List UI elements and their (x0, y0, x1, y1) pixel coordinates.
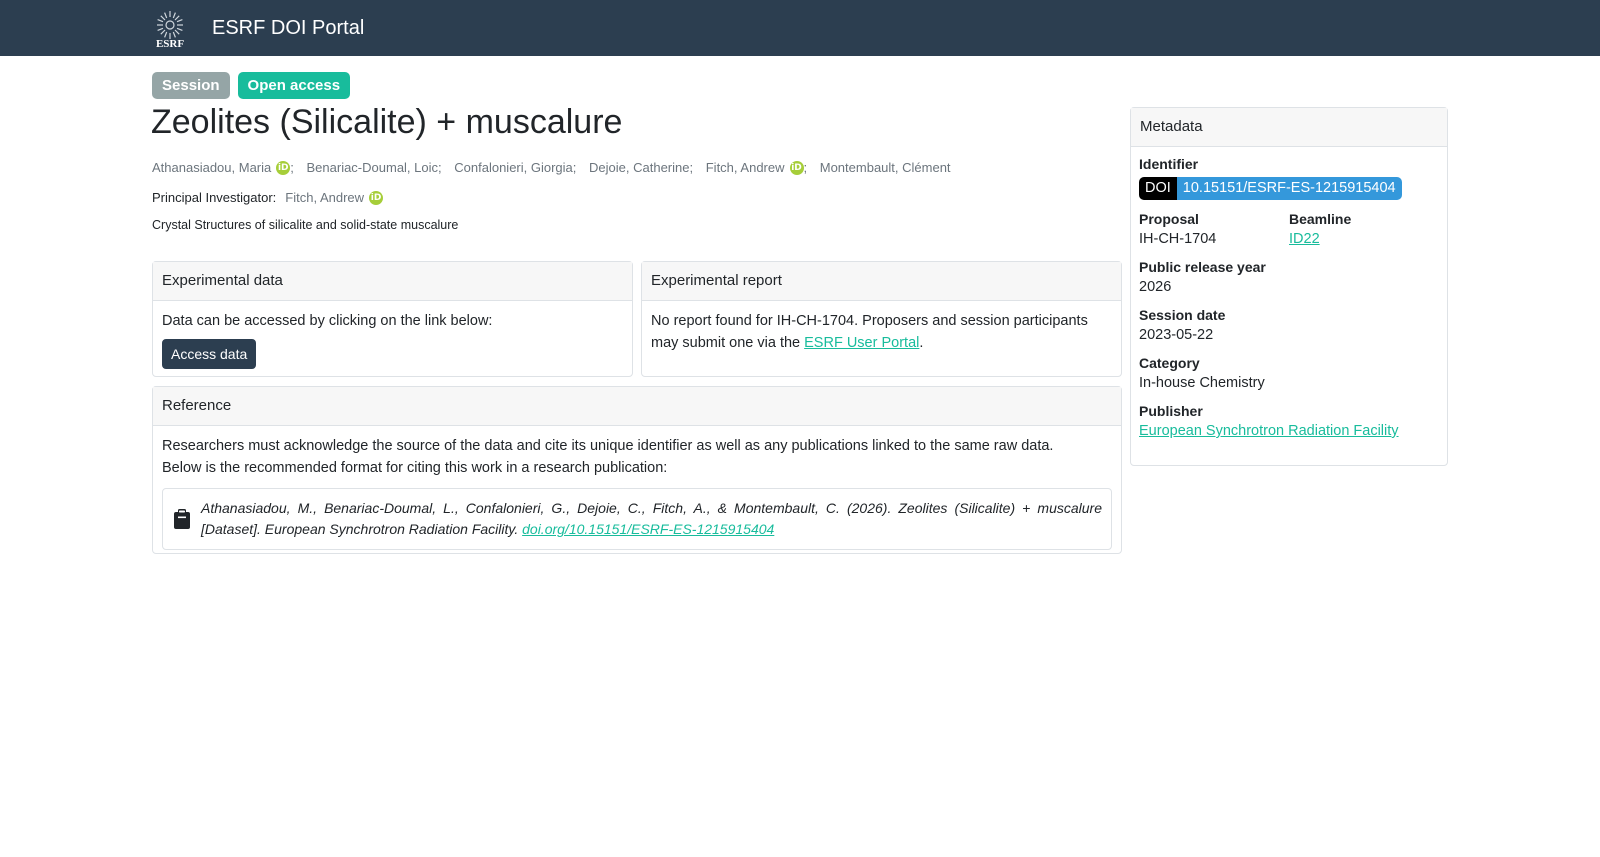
beamline-link[interactable]: ID22 (1289, 231, 1320, 247)
author-name[interactable]: Dejoie, Catherine (589, 160, 689, 175)
user-portal-link[interactable]: ESRF User Portal (804, 335, 919, 351)
publisher-label: Publisher (1139, 403, 1203, 419)
reference-line-2: Below is the recommended format for citi… (162, 460, 668, 476)
session-description: Crystal Structures of silicalite and sol… (152, 218, 459, 232)
publisher-link[interactable]: European Synchrotron Radiation Facility (1139, 423, 1399, 439)
beamline-label: Beamline (1289, 211, 1352, 227)
citation-doi-link[interactable]: doi.org/10.15151/ESRF-ES-1215915404 (522, 521, 774, 537)
card-header: Experimental report (642, 262, 1121, 301)
author-item: Dejoie, Catherine; (589, 160, 694, 175)
release-year-value: 2026 (1139, 279, 1172, 295)
citation-box: Athanasiadou, M., Benariac-Doumal, L., C… (162, 488, 1112, 550)
release-year-label: Public release year (1139, 259, 1266, 275)
doi-value: 10.15151/ESRF-ES-1215915404 (1176, 177, 1402, 200)
author-name[interactable]: Montembault, Clément (820, 160, 951, 175)
author-item: Fitch, Andrew iD; (705, 160, 808, 175)
author-item: Benariac-Doumal, Loic; (306, 160, 442, 175)
open-access-badge: Open access (237, 72, 351, 99)
page-title: Zeolites (Silicalite) + muscalure (151, 103, 623, 141)
card-header: Metadata (1131, 108, 1447, 147)
clipboard-icon[interactable] (174, 509, 190, 529)
report-text: No report found for IH-CH-1704. Proposer… (642, 301, 1121, 363)
card-header: Reference (153, 387, 1121, 426)
logo-text: ESRF (156, 38, 184, 48)
report-text-after: . (919, 335, 924, 351)
doi-badge[interactable]: DOI 10.15151/ESRF-ES-1215915404 (1139, 177, 1402, 200)
data-access-text: Data can be accessed by clicking on the … (162, 313, 493, 329)
session-date-label: Session date (1139, 307, 1226, 323)
author-name[interactable]: Confalonieri, Giorgia (454, 160, 573, 175)
orcid-icon[interactable]: iD (369, 190, 384, 205)
experimental-report-card: Experimental report No report found for … (641, 261, 1122, 377)
identifier-label: Identifier (1139, 156, 1199, 172)
author-name[interactable]: Benariac-Doumal, Loic (307, 160, 439, 175)
card-header: Experimental data (153, 262, 632, 301)
principal-investigator: Principal Investigator: Fitch, Andrew iD (152, 190, 384, 205)
reference-card: Reference Researchers must acknowledge t… (152, 386, 1122, 554)
doi-prefix: DOI (1139, 177, 1177, 200)
access-data-button[interactable]: Access data (162, 339, 257, 369)
status-badges: Session Open access (152, 72, 351, 99)
author-name[interactable]: Fitch, Andrew (706, 160, 785, 175)
orcid-icon[interactable]: iD (789, 160, 804, 175)
metadata-card: Metadata Identifier DOI 10.15151/ESRF-ES… (1130, 107, 1448, 466)
top-navbar: ESRF ESRF DOI Portal (0, 0, 1600, 56)
author-item: Montembault, Clément (820, 160, 951, 175)
esrf-logo[interactable]: ESRF (152, 8, 188, 48)
session-badge: Session (152, 72, 230, 99)
proposal-label: Proposal (1139, 211, 1199, 227)
author-item: Athanasiadou, Maria iD; (152, 160, 294, 175)
author-name[interactable]: Athanasiadou, Maria (152, 160, 271, 175)
pi-name[interactable]: Fitch, Andrew (285, 190, 364, 205)
brand-title[interactable]: ESRF DOI Portal (212, 17, 364, 40)
category-value: In-house Chemistry (1139, 375, 1265, 391)
session-date-value: 2023-05-22 (1139, 327, 1214, 343)
pi-label: Principal Investigator: (152, 190, 277, 205)
author-list: Athanasiadou, Maria iD; Benariac-Doumal, … (152, 160, 951, 175)
category-label: Category (1139, 355, 1200, 371)
reference-line-1: Researchers must acknowledge the source … (162, 438, 1054, 454)
experimental-data-card: Experimental data Data can be accessed b… (152, 261, 633, 377)
proposal-value: IH-CH-1704 (1139, 231, 1217, 247)
author-item: Confalonieri, Giorgia; (454, 160, 577, 175)
orcid-icon[interactable]: iD (276, 160, 291, 175)
